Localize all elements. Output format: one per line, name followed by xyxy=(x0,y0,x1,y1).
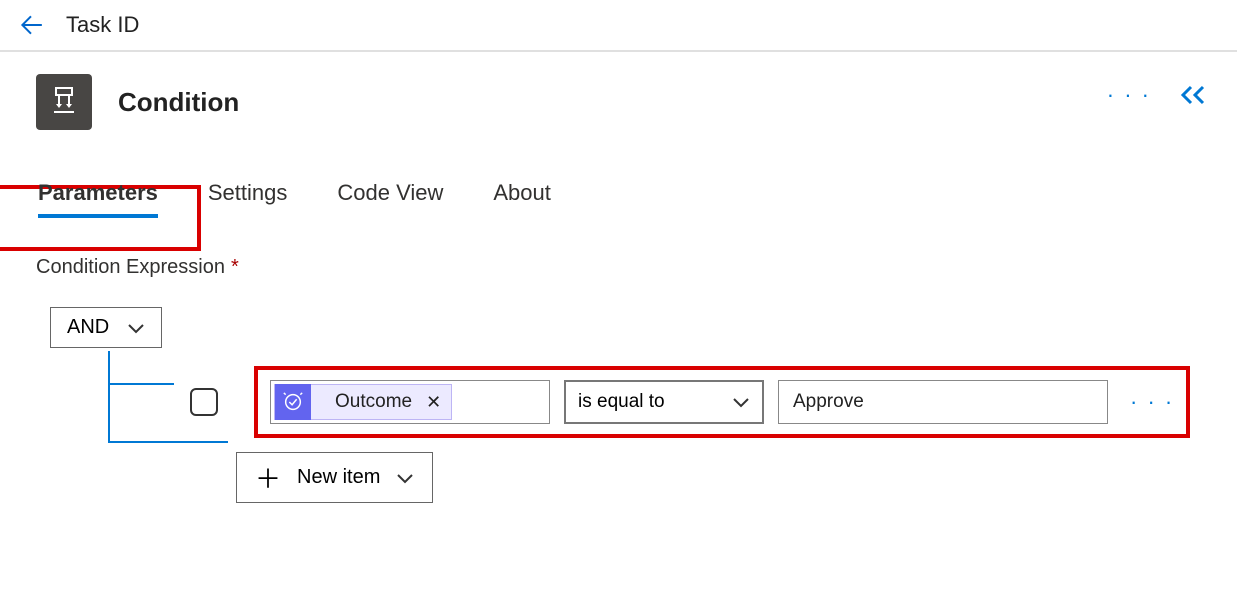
collapse-panel-button[interactable] xyxy=(1179,84,1209,106)
tab-code-view[interactable]: Code View xyxy=(337,180,443,214)
remove-token-button[interactable]: ✕ xyxy=(426,392,441,413)
logic-operator-select[interactable]: AND xyxy=(50,307,162,348)
condition-field-input[interactable]: Outcome ✕ xyxy=(270,380,550,424)
more-dots-icon: · · · xyxy=(1130,389,1174,414)
tree-horizontal-line-2 xyxy=(108,441,228,443)
required-asterisk: * xyxy=(231,256,239,278)
chevron-down-icon xyxy=(127,322,145,334)
logic-operator-value: AND xyxy=(67,316,109,339)
back-arrow-icon xyxy=(18,12,44,38)
collapse-chevrons-icon xyxy=(1179,84,1209,106)
new-item-button[interactable]: ＋ New item xyxy=(236,452,433,503)
remove-x-icon: ✕ xyxy=(426,392,441,412)
condition-operator-value: is equal to xyxy=(578,391,665,413)
condition-row-more-button[interactable]: · · · xyxy=(1130,389,1174,415)
chevron-down-icon xyxy=(396,472,414,484)
field-token-chip[interactable]: Outcome ✕ xyxy=(274,384,452,420)
field-token-label: Outcome xyxy=(335,391,412,413)
plus-icon: ＋ xyxy=(255,459,281,496)
new-item-label: New item xyxy=(297,466,380,489)
tab-about[interactable]: About xyxy=(493,180,551,214)
condition-row: Outcome ✕ is equal to · · · xyxy=(254,366,1190,438)
condition-expression-label-text: Condition Expression xyxy=(36,256,225,278)
condition-operator-select[interactable]: is equal to xyxy=(564,380,764,424)
panel-title: Condition xyxy=(118,87,239,118)
panel-more-button[interactable]: · · · xyxy=(1107,82,1151,108)
chevron-down-icon xyxy=(732,396,750,408)
condition-expression-label: Condition Expression * xyxy=(36,256,1201,279)
back-button[interactable] xyxy=(18,12,44,38)
condition-icon xyxy=(36,74,92,130)
more-dots-icon: · · · xyxy=(1107,82,1151,107)
condition-flow-icon xyxy=(46,84,82,120)
tab-parameters[interactable]: Parameters xyxy=(38,180,158,214)
page-title: Task ID xyxy=(66,12,139,38)
dynamic-content-icon xyxy=(275,384,311,420)
tab-settings[interactable]: Settings xyxy=(208,180,288,214)
condition-value-input[interactable] xyxy=(778,380,1108,424)
condition-row-checkbox[interactable] xyxy=(190,388,218,416)
